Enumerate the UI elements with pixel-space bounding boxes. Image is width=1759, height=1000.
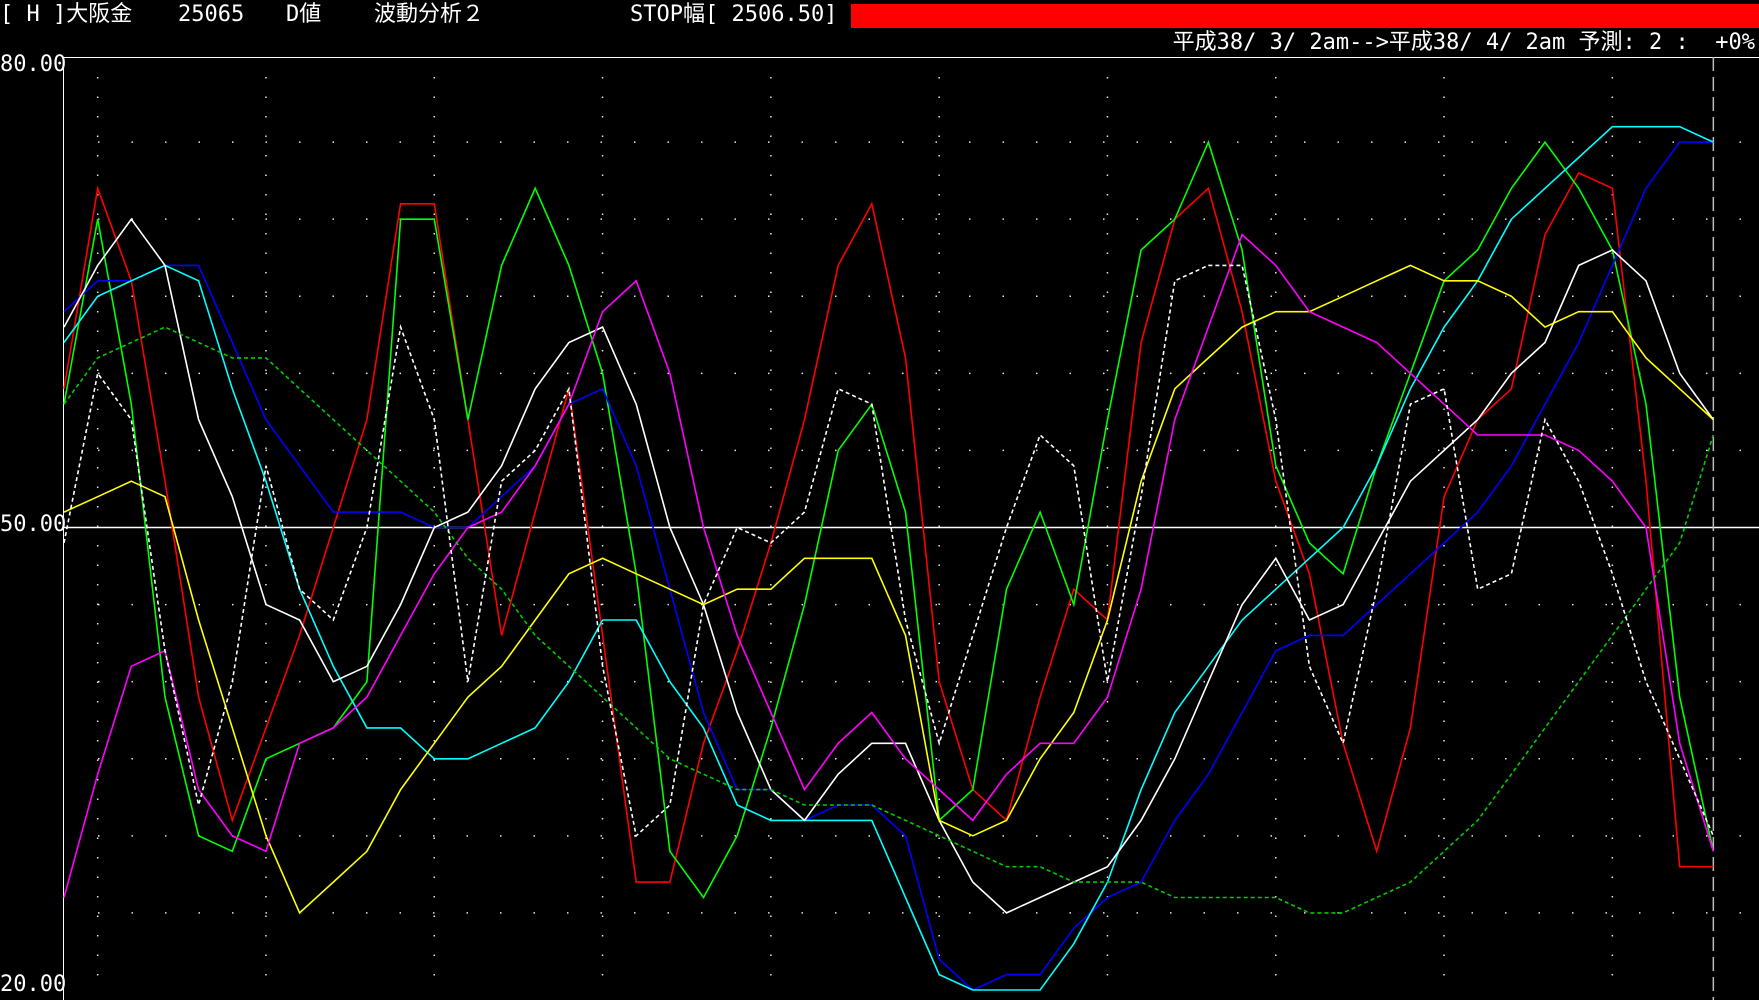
wave-analysis-chart (63, 57, 1759, 1000)
series-line-6 (63, 264, 1714, 915)
series-line-3 (63, 141, 1714, 991)
series-line-2 (63, 139, 1715, 899)
series-line-8 (63, 326, 1715, 914)
series-line-9 (63, 264, 1715, 838)
series-line-7 (63, 233, 1715, 898)
series-line-4 (63, 125, 1714, 991)
series-line-5 (63, 217, 1714, 914)
